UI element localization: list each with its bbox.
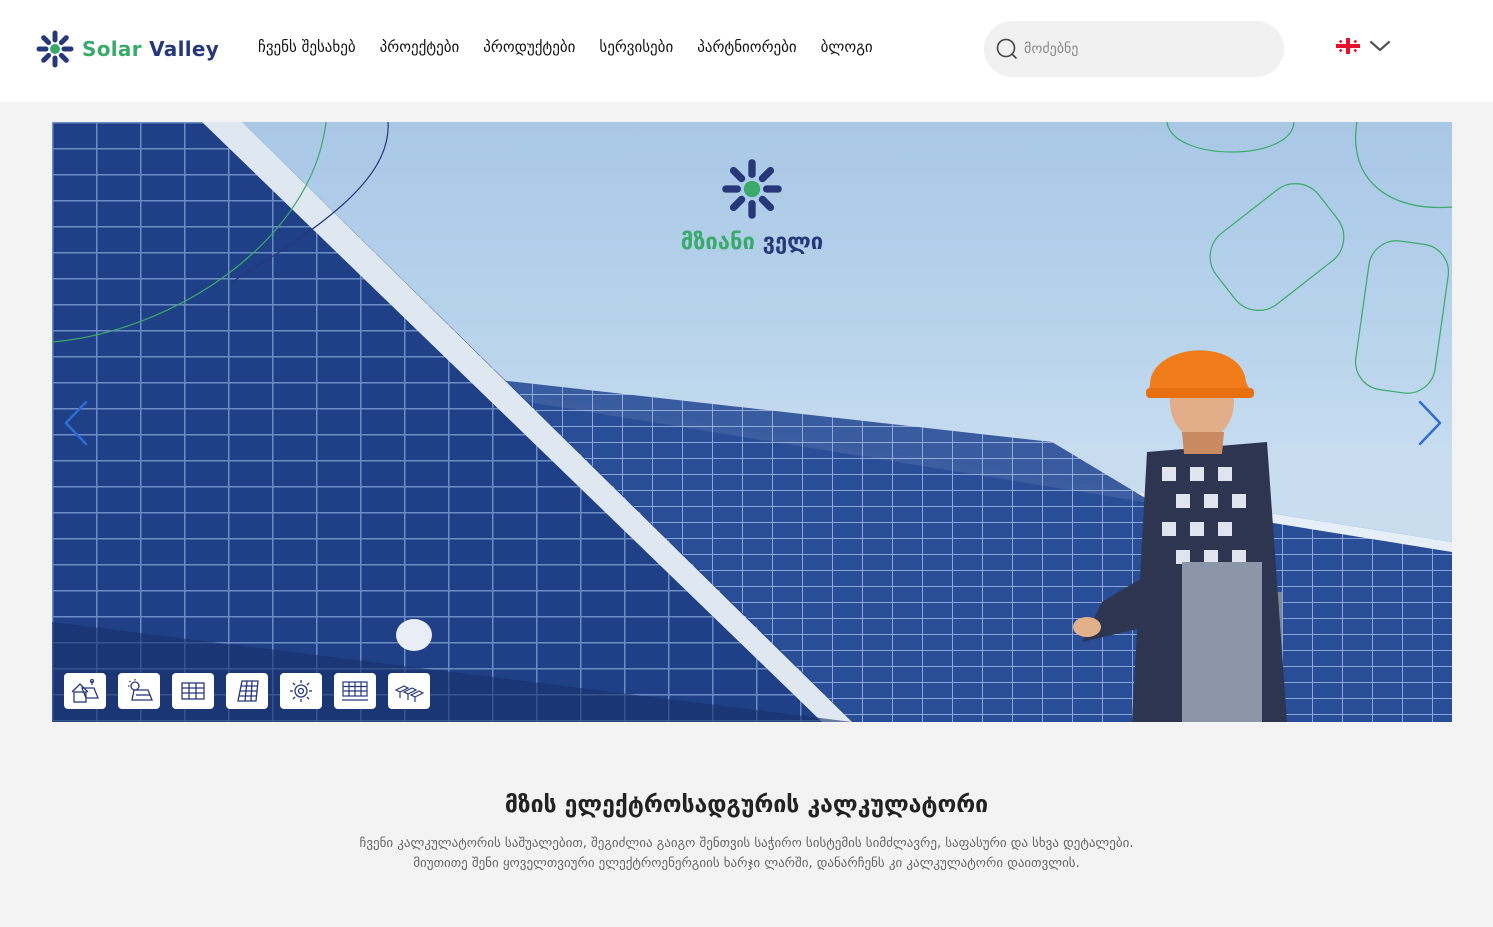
sun-logo-icon — [722, 159, 782, 219]
logo-text: Solar Valley — [82, 37, 220, 61]
thumb-roof-panel[interactable] — [172, 673, 214, 709]
calculator-desc-line-1: ჩვენი კალკულატორის საშუალებით, შეგიძლია … — [359, 836, 1134, 851]
thumb-house-solar[interactable] — [64, 673, 106, 709]
panel-array-icon — [394, 685, 424, 702]
chevron-right-icon — [1418, 400, 1442, 446]
calculator-description: ჩვენი კალკულატორის საშუალებით, შეგიძლია … — [0, 834, 1493, 874]
solar-panel-icon — [237, 680, 259, 702]
thumb-solar-sun-panel[interactable] — [118, 673, 160, 709]
gear-sun-icon — [290, 680, 312, 702]
calculator-desc-line-2: მიუთითე შენი ყოველთვიური ელექტროენერგიის… — [413, 856, 1080, 871]
house-solar-icon — [71, 678, 99, 703]
chevron-down-icon — [1369, 40, 1391, 52]
search-input[interactable] — [1024, 41, 1264, 57]
nav-partners[interactable]: პარტნიორები — [697, 38, 796, 56]
solar-sun-panel-icon — [128, 679, 153, 701]
thumb-solar-panel[interactable] — [226, 673, 268, 709]
sun-logo-icon — [36, 30, 74, 68]
nav-blog[interactable]: ბლოგი — [821, 38, 873, 56]
thumb-panel-grid[interactable] — [334, 673, 376, 709]
site-header: Solar Valley ჩვენს შესახებ პროექტები პრო… — [0, 0, 1493, 102]
georgia-flag-icon — [1336, 38, 1360, 54]
logo[interactable]: Solar Valley — [36, 30, 219, 68]
main-nav: ჩვენს შესახებ პროექტები პროდუქტები სერვი… — [258, 38, 873, 56]
search-icon — [996, 38, 1017, 59]
nav-products[interactable]: პროდუქტები — [483, 38, 575, 56]
thumb-gear-sun[interactable] — [280, 673, 322, 709]
nav-about[interactable]: ჩვენს შესახებ — [258, 38, 356, 56]
nav-services[interactable]: სერვისები — [599, 38, 673, 56]
hero-brand: მზიანი ველი — [652, 158, 852, 255]
slider-thumbnails — [64, 673, 430, 709]
roof-panel-icon — [181, 682, 205, 700]
thumb-panel-array[interactable] — [388, 673, 430, 709]
calculator-title: მზის ელექტროსადგურის კალკულატორი — [504, 792, 989, 818]
panel-grid-icon — [342, 681, 368, 701]
slider-prev-button[interactable] — [62, 400, 92, 446]
slider-next-button[interactable] — [1414, 400, 1444, 446]
search-box[interactable] — [984, 21, 1284, 77]
nav-projects[interactable]: პროექტები — [380, 38, 460, 56]
hero-brand-text: მზიანი ველი — [680, 230, 824, 255]
hero-slider: მზიანი ველი — [52, 122, 1452, 722]
language-selector[interactable] — [1336, 38, 1392, 54]
chevron-left-icon — [64, 400, 88, 446]
